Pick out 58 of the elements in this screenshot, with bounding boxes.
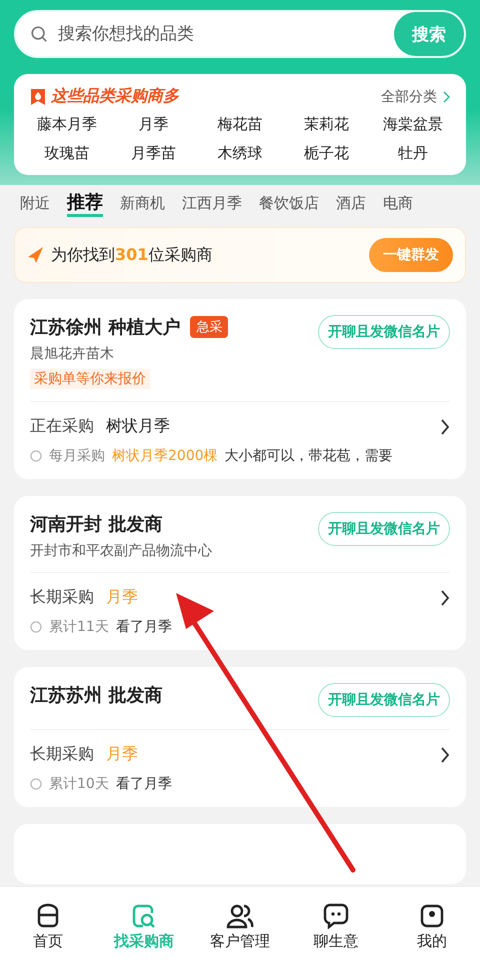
all-categories-link[interactable]: 全部分类 (381, 88, 437, 106)
search-icon (30, 25, 48, 43)
category-item[interactable]: 梅花苗 (196, 115, 284, 134)
category-item[interactable]: 海棠盆景 (370, 115, 456, 134)
flame-tag-icon (30, 88, 46, 106)
category-item[interactable]: 栀子花 (283, 144, 370, 163)
quote-tag: 采购单等你来报价 (30, 369, 150, 389)
category-item[interactable]: 玫瑰苗 (24, 144, 110, 163)
nav-tab[interactable]: 客户管理 (192, 887, 288, 965)
category-tab[interactable]: 江西月季 (182, 194, 242, 212)
purchase-label: 长期采购 (30, 744, 94, 765)
circle-icon (30, 621, 42, 633)
category-item[interactable]: 月季 (110, 115, 197, 134)
buyer-title: 江苏苏州 批发商 (30, 684, 162, 707)
category-item[interactable]: 藤本月季 (24, 115, 110, 134)
buyer-title: 江苏徐州 种植大户 (30, 316, 180, 339)
buyer-title: 河南开封 批发商 (30, 513, 162, 536)
circle-icon (30, 778, 42, 790)
chevron-right-icon (440, 590, 450, 606)
category-title: 这些品类采购商多 (51, 86, 180, 107)
chevron-right-icon (440, 418, 450, 434)
buyer-company: 开封市和平农副产品物流中心 (30, 542, 212, 560)
category-tab[interactable]: 电商 (383, 194, 413, 212)
nav-tab[interactable]: 首页 (0, 887, 96, 965)
send-arrow-icon (27, 246, 45, 264)
purchase-label: 正在采购 (30, 416, 94, 437)
category-tab[interactable]: 推荐 (67, 190, 103, 216)
detail-text: 累计11天 (49, 618, 109, 636)
purchase-label: 长期采购 (30, 587, 94, 608)
purchase-row[interactable]: 长期采购 月季 (30, 573, 450, 618)
category-tab[interactable]: 餐饮饭店 (259, 194, 319, 212)
buyer-company: 晨旭花卉苗木 (30, 345, 114, 363)
detail-text: 每月采购 (49, 447, 105, 465)
detail-text: 看了月季 (116, 618, 172, 636)
chevron-right-icon (442, 90, 450, 102)
category-tab[interactable]: 附近 (20, 194, 50, 212)
chat-icon (322, 902, 350, 930)
nav-tab[interactable]: 聊生意 (288, 887, 384, 965)
purchase-item: 树状月季 (106, 416, 171, 437)
result-text: 为你找到301位采购商 (51, 244, 214, 266)
category-item[interactable]: 牡丹 (370, 144, 456, 163)
category-tab[interactable]: 新商机 (120, 194, 165, 212)
category-item[interactable]: 月季苗 (110, 144, 197, 163)
detail-text: 大小都可以，带花苞，需要 (224, 447, 393, 465)
chevron-right-icon (440, 746, 450, 762)
detail-text: 累计10天 (49, 775, 109, 793)
category-item[interactable]: 茉莉花 (283, 115, 370, 134)
urgent-badge: 急采 (190, 316, 228, 338)
purchase-item: 月季 (106, 744, 139, 765)
category-tab[interactable]: 酒店 (336, 194, 366, 212)
purchase-row[interactable]: 正在采购 树状月季 (30, 402, 450, 447)
category-item[interactable]: 木绣球 (196, 144, 284, 163)
detail-text: 看了月季 (116, 775, 172, 793)
circle-icon (30, 450, 42, 462)
detail-text: 树状月季2000棵 (112, 447, 218, 465)
nav-tab[interactable]: 我的 (384, 887, 480, 965)
purchase-item: 月季 (106, 587, 139, 608)
purchase-row[interactable]: 长期采购 月季 (30, 730, 450, 775)
